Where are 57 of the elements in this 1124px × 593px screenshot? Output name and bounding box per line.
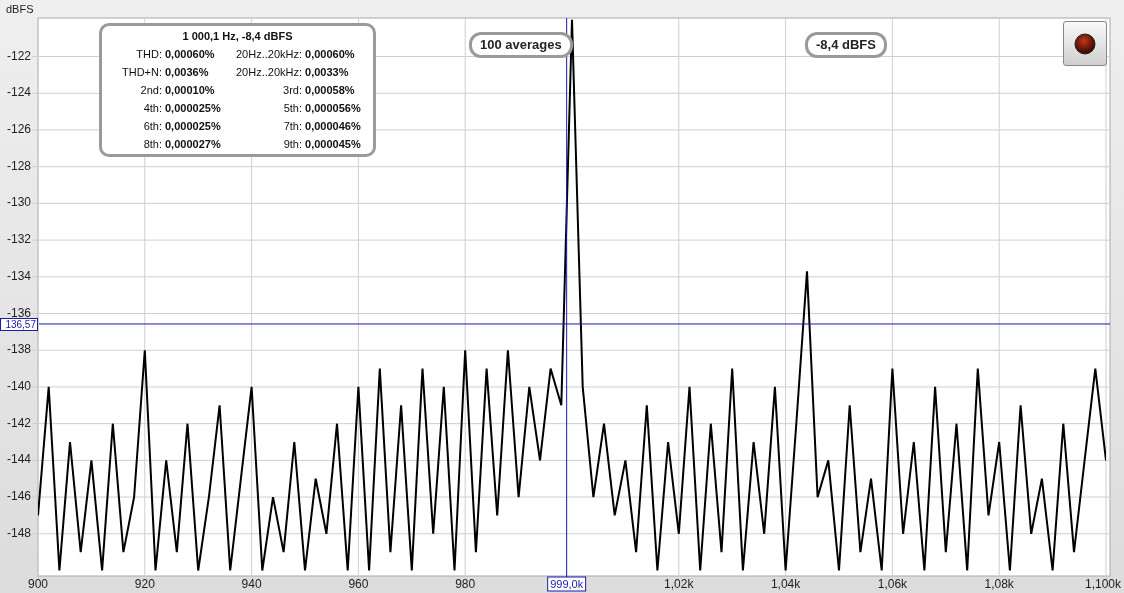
y-tick-label: -138	[6, 342, 31, 357]
stat-value: 0,000025%	[165, 119, 222, 133]
stat-label: 7th:	[282, 119, 303, 133]
x-tick-label: 900	[28, 577, 48, 591]
stat-label: 20Hz..20kHz:	[236, 47, 303, 61]
y-tick-label: -142	[6, 415, 31, 430]
x-tick-label: 960	[348, 577, 369, 591]
y-tick-label: -134	[6, 268, 31, 283]
record-icon	[1074, 32, 1096, 55]
x-tick-label: 1,08k	[984, 577, 1014, 591]
y-tick-label: -148	[6, 525, 31, 540]
x-tick-label: 920	[134, 577, 155, 591]
y-tick-label: -122	[6, 48, 31, 63]
stat-label: 6th:	[142, 119, 162, 133]
stat-label: 5th:	[282, 101, 303, 115]
stat-value: 0,00010%	[165, 83, 216, 97]
stat-value: 0,00060%	[165, 47, 216, 61]
y-tick-label: -128	[6, 158, 31, 173]
stat-value: 0,000056%	[305, 101, 362, 115]
stat-label: 2nd:	[139, 83, 162, 97]
stat-label: THD+N:	[120, 65, 162, 79]
stat-value: 0,00058%	[305, 83, 356, 97]
record-button[interactable]	[1063, 21, 1107, 66]
x-tick-label: 1,100k	[1084, 577, 1121, 591]
x-tick-label: 1,04k	[770, 577, 801, 591]
stat-value: 0,000025%	[165, 101, 222, 115]
stat-label: 8th:	[142, 137, 162, 151]
x-tick-label: 980	[455, 577, 476, 591]
stat-value: 0,000046%	[305, 119, 362, 133]
stat-label: 3rd:	[282, 83, 303, 97]
cursor-x-readout: 999,0k	[547, 576, 587, 592]
y-tick-label: -132	[6, 232, 31, 247]
level-badge: -8,4 dBFS	[805, 32, 887, 58]
stat-value: 0,0036%	[165, 65, 210, 79]
stat-label: THD:	[135, 47, 162, 61]
cursor-y-readout: 136,57	[0, 318, 38, 331]
stat-value: 0,0033%	[305, 65, 350, 79]
x-tick-label: 1,06k	[877, 577, 908, 591]
y-tick-label: -146	[6, 489, 31, 504]
x-tick-label: 940	[241, 577, 262, 591]
y-tick-label: -130	[6, 195, 31, 210]
stat-label: 9th:	[282, 137, 303, 151]
y-tick-label: -124	[6, 85, 31, 100]
stat-value: 0,000045%	[305, 137, 362, 151]
stat-value: 0,000027%	[165, 137, 222, 151]
x-tick-label: 1,02k	[664, 577, 694, 591]
averages-badge: 100 averages	[469, 32, 573, 58]
y-tick-label: -126	[6, 121, 31, 136]
stat-label: 20Hz..20kHz:	[236, 65, 303, 79]
y-tick-label: -144	[6, 452, 31, 467]
stat-value: 0,00060%	[305, 47, 356, 61]
info-title: 1 000,1 Hz, -8,4 dBFS	[181, 29, 294, 43]
cursor-line[interactable]	[566, 17, 568, 578]
y-tick-label: -136	[6, 305, 31, 320]
axis-title: dBFS	[6, 3, 34, 15]
stat-label: 4th:	[142, 101, 162, 115]
y-tick-label: -140	[6, 378, 31, 393]
